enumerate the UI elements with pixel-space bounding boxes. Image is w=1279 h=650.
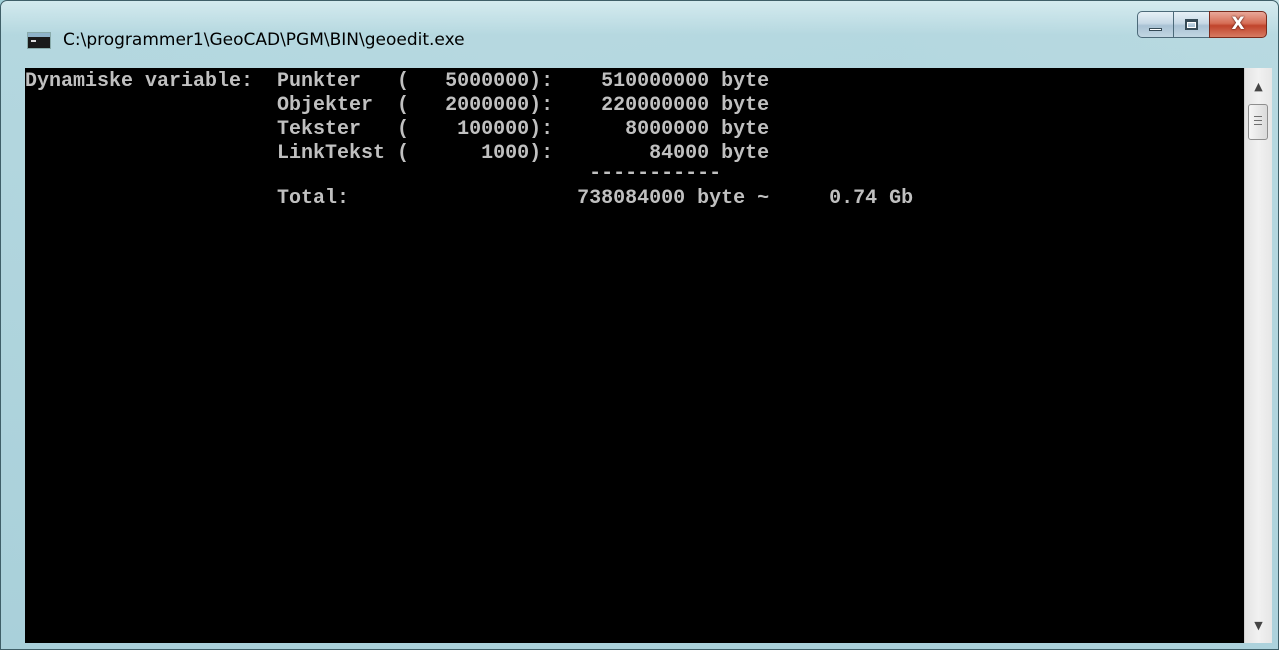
console-app-icon[interactable] xyxy=(27,32,51,49)
maximize-button[interactable] xyxy=(1173,11,1209,38)
minimize-icon xyxy=(1149,28,1162,31)
title-bar[interactable]: C:\programmer1\GeoCAD\PGM\BIN\geoedit.ex… xyxy=(1,1,1278,67)
console-line: Dynamiske variable: Punkter ( 5000000): … xyxy=(25,70,770,93)
scrollbar-thumb[interactable] xyxy=(1248,104,1268,140)
console-output[interactable]: Dynamiske variable: Punkter ( 5000000): … xyxy=(25,68,1244,643)
console-line: Tekster ( 100000): 8000000 byte xyxy=(25,118,770,141)
window-controls: X xyxy=(1137,11,1267,38)
console-separator: ----------- xyxy=(25,162,722,185)
vertical-scrollbar[interactable]: ▲ ▼ xyxy=(1244,68,1272,643)
close-button[interactable]: X xyxy=(1209,11,1267,38)
console-line: Objekter ( 2000000): 220000000 byte xyxy=(25,94,770,117)
minimize-button[interactable] xyxy=(1137,11,1173,38)
console-total-line: Total: 738084000 byte ~ 0.74 Gb xyxy=(25,187,914,210)
scroll-up-arrow-icon[interactable]: ▲ xyxy=(1245,74,1272,100)
console-window: C:\programmer1\GeoCAD\PGM\BIN\geoedit.ex… xyxy=(0,0,1279,650)
maximize-icon xyxy=(1185,19,1198,30)
window-title: C:\programmer1\GeoCAD\PGM\BIN\geoedit.ex… xyxy=(63,30,465,50)
close-icon: X xyxy=(1231,14,1245,34)
scroll-down-arrow-icon[interactable]: ▼ xyxy=(1245,613,1272,639)
grip-icon xyxy=(1254,116,1262,128)
